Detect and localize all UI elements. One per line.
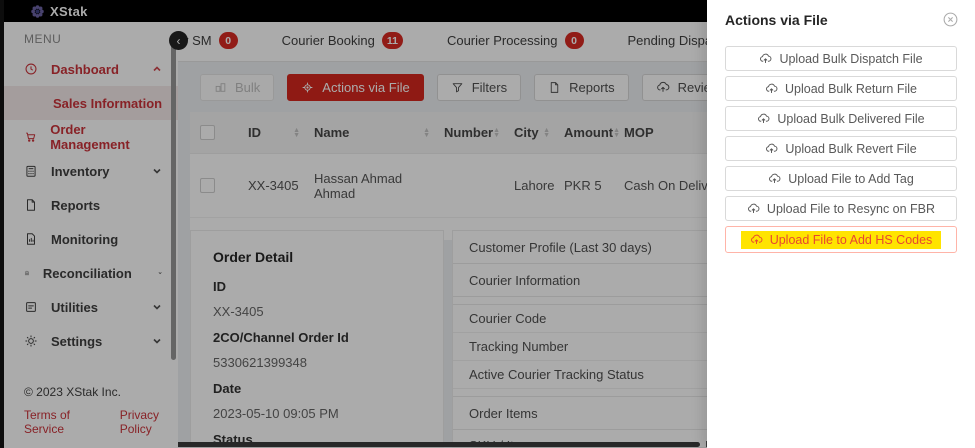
actions-via-file-drawer: Actions via File Upload Bulk Dispatch Fi… [707,0,975,448]
cloud-upload-icon [759,52,772,65]
drawer-title: Actions via File [725,12,828,28]
upload-file-to-add-tag-button[interactable]: Upload File to Add Tag [725,166,957,191]
upload-bulk-revert-file-button[interactable]: Upload Bulk Revert File [725,136,957,161]
cloud-upload-icon [765,142,778,155]
drawer-mask-overlay[interactable] [0,0,707,448]
cloud-upload-icon [757,112,770,125]
drawer-body: Upload Bulk Dispatch File Upload Bulk Re… [707,37,975,253]
drawer-header: Actions via File [707,0,975,37]
cloud-upload-icon [747,202,760,215]
upload-file-to-resync-on-fbr-button[interactable]: Upload File to Resync on FBR [725,196,957,221]
upload-bulk-delivered-file-button[interactable]: Upload Bulk Delivered File [725,106,957,131]
button-highlight: Upload File to Add HS Codes [741,231,942,249]
upload-file-to-add-hs-codes-button[interactable]: Upload File to Add HS Codes [725,226,957,253]
close-icon[interactable] [942,11,959,28]
upload-bulk-return-file-button[interactable]: Upload Bulk Return File [725,76,957,101]
cloud-upload-icon [750,233,763,246]
cloud-upload-icon [768,172,781,185]
upload-bulk-dispatch-file-button[interactable]: Upload Bulk Dispatch File [725,46,957,71]
cloud-upload-icon [765,82,778,95]
